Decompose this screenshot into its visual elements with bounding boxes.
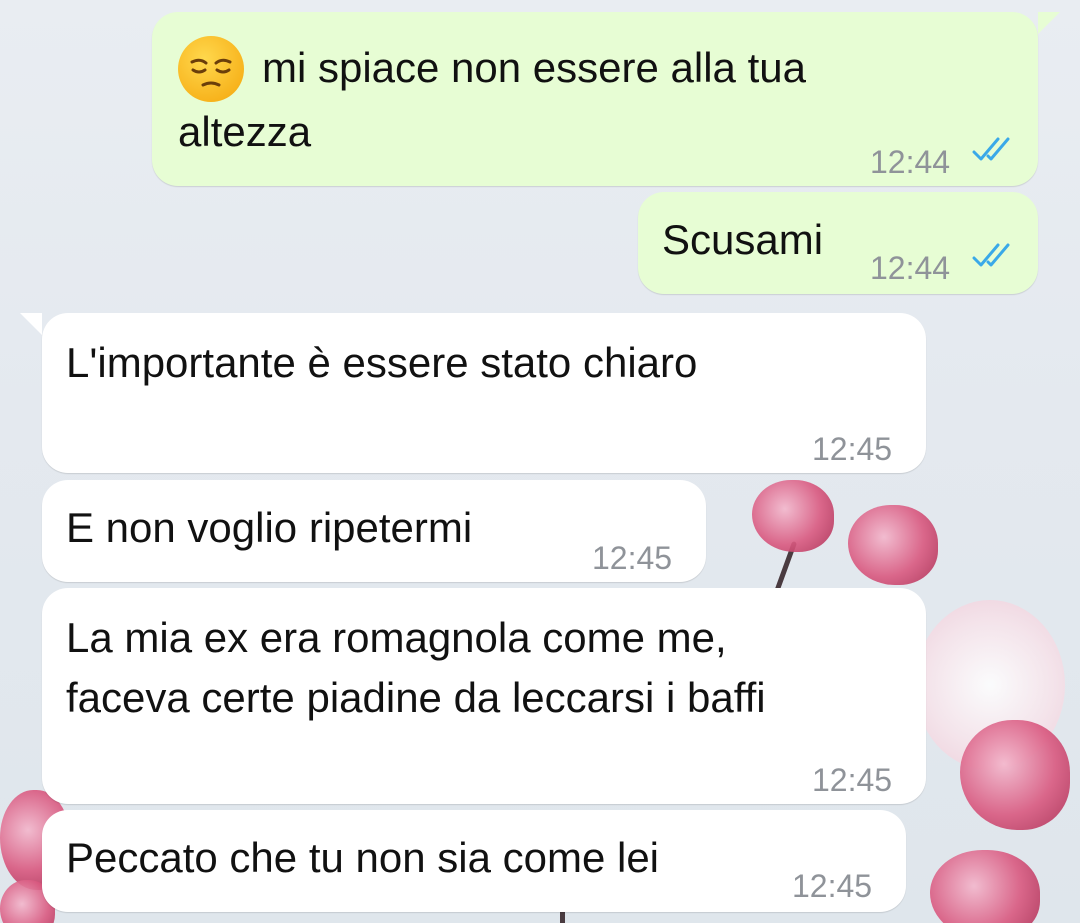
incoming-message[interactable]: La mia ex era romagnola come me, faceva … [42, 588, 926, 804]
pensive-face-icon [178, 36, 244, 102]
incoming-message[interactable]: E non voglio ripetermi 12:45 [42, 480, 706, 582]
pink-flower [960, 720, 1070, 830]
pink-flower [752, 480, 834, 552]
message-text: E non voglio ripetermi [66, 504, 473, 551]
message-time: 12:44 [870, 144, 951, 180]
message-text: Scusami [662, 216, 824, 263]
message-time: 12:45 [812, 431, 893, 467]
message-time: 12:44 [870, 250, 951, 286]
message-text: La mia ex era romagnola come me, [66, 614, 727, 661]
bubble-tail [1038, 12, 1060, 34]
bubble-tail [20, 313, 42, 335]
message-time: 12:45 [792, 868, 873, 904]
message-text: L'importante è essere stato chiaro [66, 339, 698, 386]
incoming-message[interactable]: Peccato che tu non sia come lei 12:45 [42, 810, 906, 912]
pink-flower [848, 505, 938, 585]
message-text: mi spiace non essere alla tua [262, 44, 806, 91]
outgoing-message[interactable]: Scusami 12:44 [638, 192, 1038, 294]
message-text: faceva certe piadine da leccarsi i baffi [66, 674, 766, 721]
double-check-icon [972, 137, 1010, 161]
outgoing-message[interactable]: mi spiace non essere alla tua altezza 12… [152, 12, 1038, 186]
pink-flower [930, 850, 1040, 923]
double-check-icon [972, 243, 1010, 267]
message-text: altezza [178, 108, 312, 155]
message-time: 12:45 [592, 540, 673, 576]
message-time: 12:45 [812, 762, 893, 798]
incoming-message[interactable]: L'importante è essere stato chiaro 12:45 [42, 313, 926, 473]
message-text: Peccato che tu non sia come lei [66, 834, 660, 881]
